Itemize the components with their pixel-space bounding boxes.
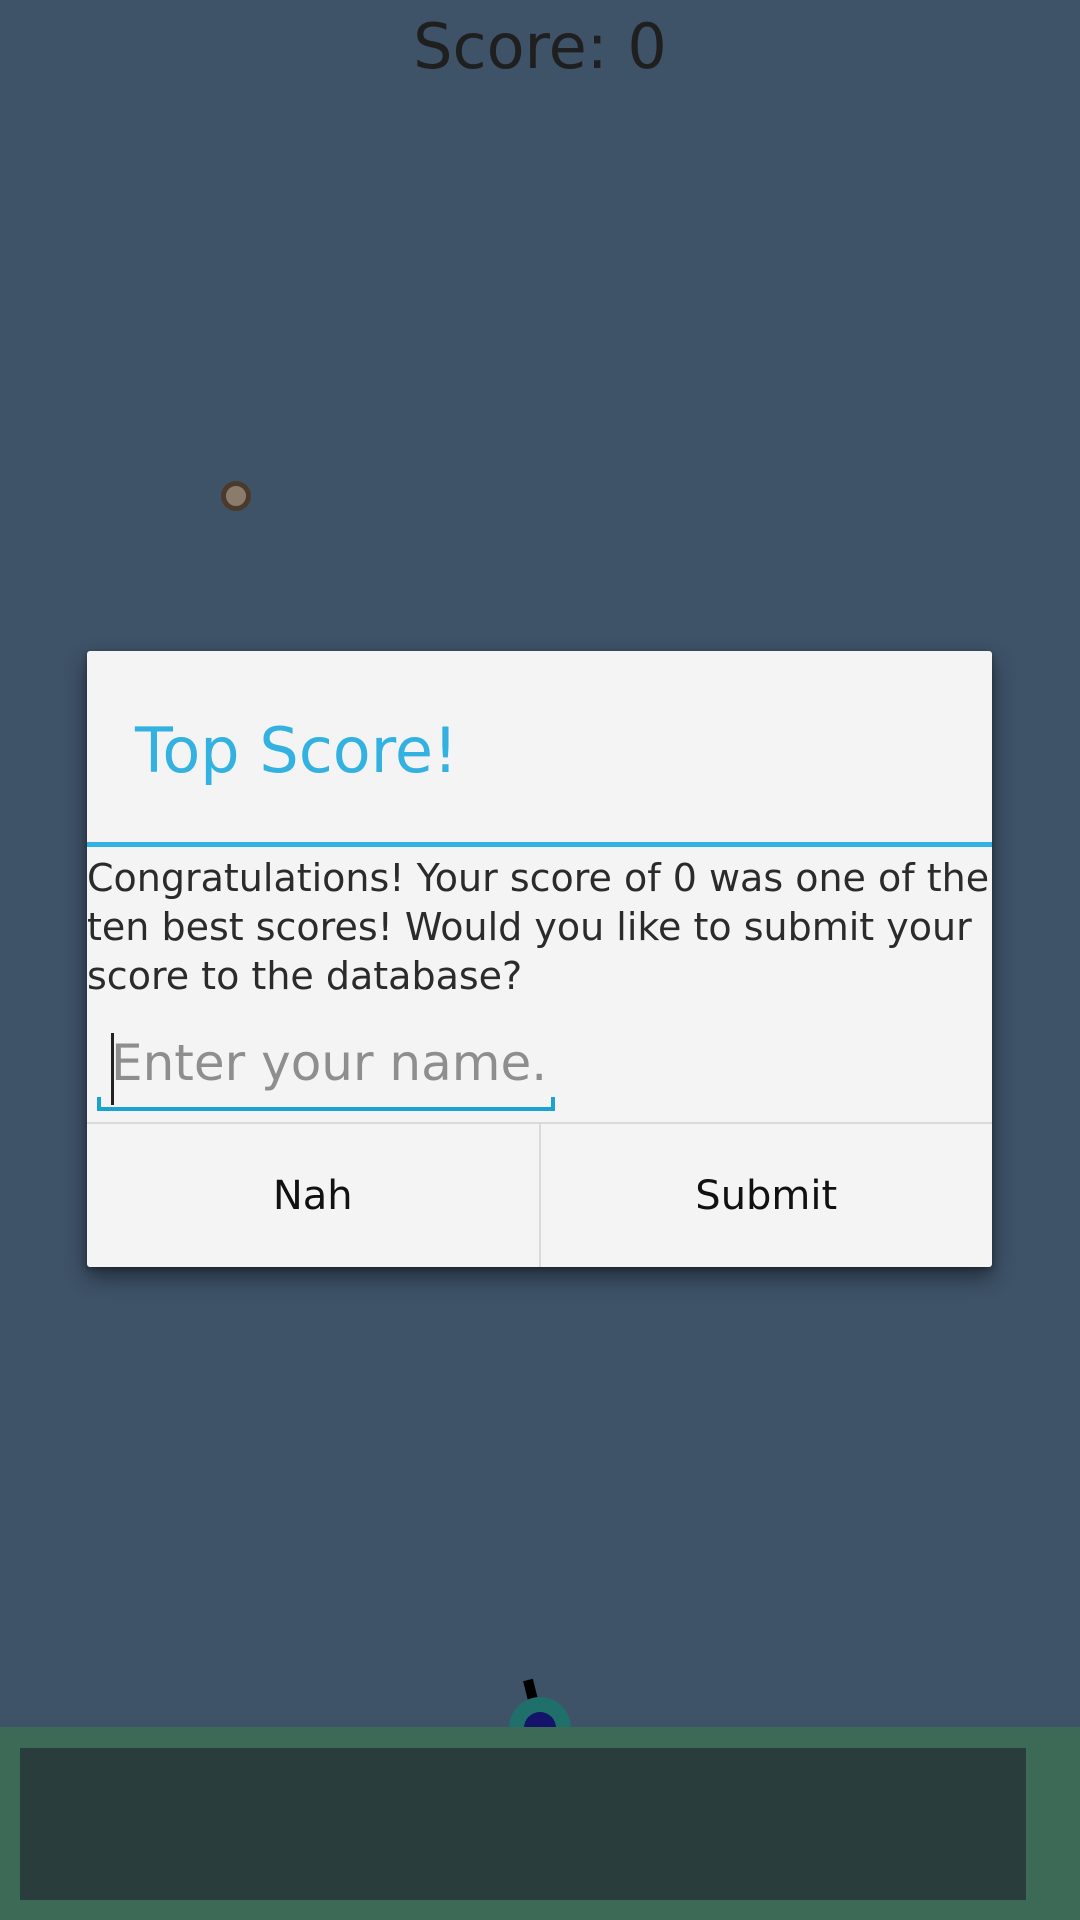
score-label: Score: 0	[413, 10, 667, 83]
title-divider	[87, 842, 992, 847]
top-score-dialog: Top Score! Congratulations! Your score o…	[87, 651, 992, 1267]
name-input[interactable]	[97, 1019, 555, 1107]
ball-icon	[221, 481, 251, 511]
dialog-button-bar: Nah Submit	[87, 1124, 992, 1267]
name-field-container	[97, 1019, 555, 1111]
cannon-icon	[509, 1678, 571, 1732]
dialog-message: Congratulations! Your score of 0 was one…	[87, 856, 990, 998]
nah-button[interactable]: Nah	[87, 1124, 539, 1267]
submit-button[interactable]: Submit	[541, 1124, 993, 1267]
text-caret	[111, 1033, 114, 1105]
game-screen[interactable]: Score: 0 Top Score! Congratulations! You…	[0, 0, 1080, 1920]
dialog-title: Top Score!	[135, 714, 458, 787]
ground-panel	[20, 1748, 1026, 1900]
input-underline	[97, 1097, 555, 1111]
